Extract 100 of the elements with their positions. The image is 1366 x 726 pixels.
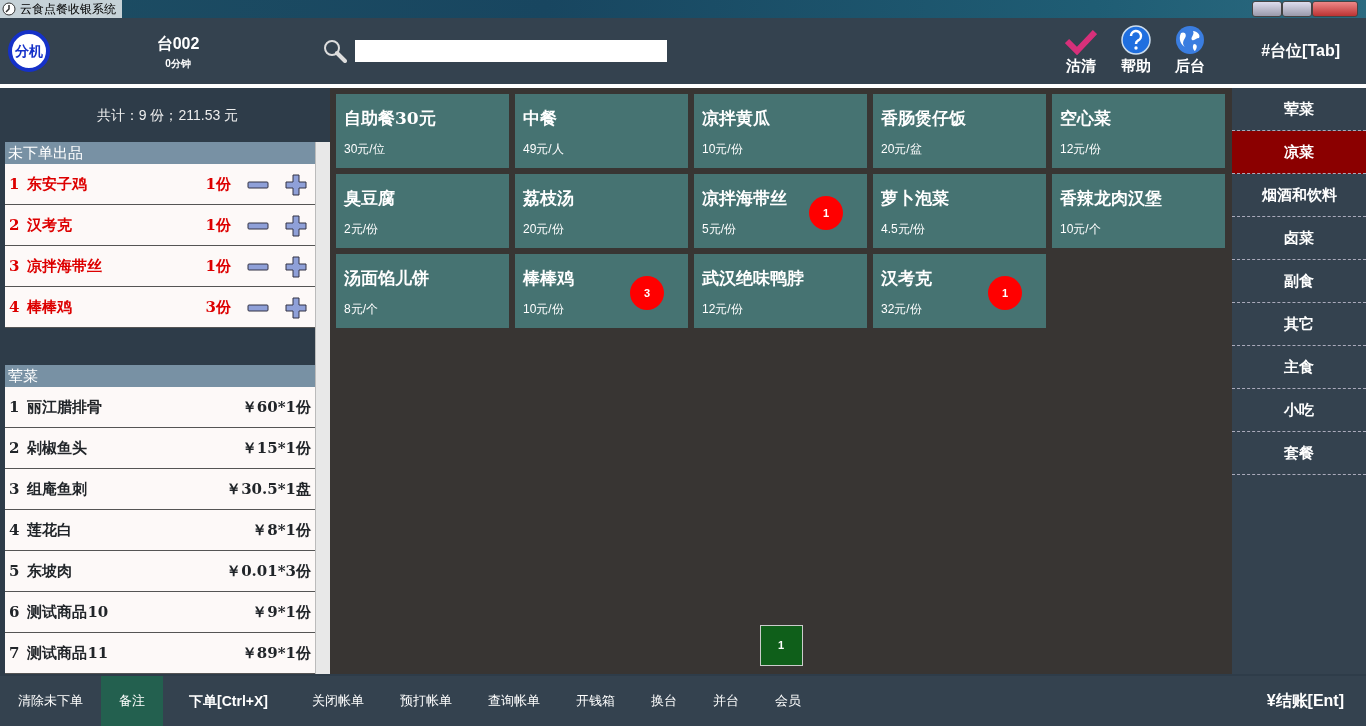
line-number: 1: [9, 396, 20, 418]
dish-tile[interactable]: 汤面馅儿饼 8元/个: [336, 254, 509, 328]
dish-name: 中餐: [523, 107, 558, 130]
dish-tile[interactable]: 凉拌黄瓜 10元/份: [694, 94, 867, 168]
line-number: 6: [9, 601, 20, 623]
footer-button[interactable]: 并台: [694, 676, 757, 726]
line-number: 4: [9, 519, 20, 541]
dish-name: 自助餐30元: [344, 107, 437, 130]
item-name: 棒棒鸡: [27, 296, 74, 318]
item-name: 莲花白: [27, 519, 74, 541]
dish-price: 12元/份: [702, 300, 744, 318]
footer-button[interactable]: 开钱箱: [557, 676, 633, 726]
dish-name: 武汉绝味鸭脖: [702, 267, 805, 290]
category-tab[interactable]: 小吃: [1232, 389, 1366, 432]
item-name: 测试商品10: [27, 601, 110, 623]
help-icon: [1121, 24, 1152, 55]
dish-name: 空心菜: [1060, 107, 1112, 130]
footer-button[interactable]: 查询帐单: [469, 676, 558, 726]
category-tab[interactable]: 凉菜: [1232, 131, 1366, 174]
item-quantity: 1份: [205, 214, 231, 236]
minimize-button[interactable]: [1252, 1, 1282, 17]
item-name: 剁椒鱼头: [27, 437, 89, 459]
dish-tile[interactable]: 棒棒鸡 10元/份 3: [515, 254, 688, 328]
dish-tile[interactable]: 凉拌海带丝 5元/份 1: [694, 174, 867, 248]
item-quantity: 1份: [205, 255, 231, 277]
dish-price: 20元/盆: [881, 140, 923, 158]
footer-button[interactable]: 清除未下单: [0, 676, 101, 726]
table-shortcut-label[interactable]: #台位[Tab]: [1261, 39, 1340, 63]
close-button[interactable]: [1312, 1, 1358, 17]
dish-price: 10元/份: [523, 300, 565, 318]
section-header: 未下单出品: [5, 142, 315, 164]
category-tab[interactable]: 套餐: [1232, 432, 1366, 475]
scrollbar[interactable]: [315, 142, 330, 674]
count-badge: 1: [809, 196, 843, 230]
dish-name: 棒棒鸡: [523, 267, 575, 290]
dish-price: 5元/份: [702, 220, 737, 238]
footer-button[interactable]: 备注: [101, 676, 163, 726]
plus-icon: [285, 256, 307, 278]
category-tab[interactable]: 主食: [1232, 346, 1366, 389]
dish-price: 30元/位: [344, 140, 386, 158]
plus-button[interactable]: [285, 173, 307, 195]
footer-button[interactable]: 关闭帐单: [293, 676, 382, 726]
plus-button[interactable]: [285, 296, 307, 318]
item-price: ￥8*1份: [252, 519, 311, 541]
category-tab[interactable]: 副食: [1232, 260, 1366, 303]
dish-tile[interactable]: 中餐 49元/人: [515, 94, 688, 168]
dish-tile[interactable]: 香辣龙肉汉堡 10元/个: [1052, 174, 1225, 248]
line-number: 2: [9, 214, 20, 236]
dish-tile[interactable]: 空心菜 12元/份: [1052, 94, 1225, 168]
toolbar-button[interactable]: 后台: [1175, 24, 1206, 78]
footer-button[interactable]: 换台: [632, 676, 695, 726]
item-price: ￥9*1份: [252, 601, 311, 623]
globe-icon: [1175, 24, 1206, 55]
dish-name: 汤面馅儿饼: [344, 267, 430, 290]
dish-name: 凉拌黄瓜: [702, 107, 771, 130]
dish-price: 8元/个: [344, 300, 379, 318]
restore-button[interactable]: [1282, 1, 1312, 17]
category-tab[interactable]: 其它: [1232, 303, 1366, 346]
category-tab[interactable]: 卤菜: [1232, 217, 1366, 260]
toolbar-button[interactable]: 帮助: [1121, 24, 1152, 78]
page-button[interactable]: 1: [759, 625, 803, 666]
plus-button[interactable]: [285, 214, 307, 236]
dish-tile[interactable]: 萝卜泡菜 4.5元/份: [873, 174, 1046, 248]
dish-tile[interactable]: 自助餐30元 30元/位: [336, 94, 509, 168]
item-name: 丽江腊排骨: [27, 396, 104, 418]
elapsed-time: 0分钟: [165, 56, 191, 71]
footer-button[interactable]: 预打帐单: [381, 676, 470, 726]
plus-icon: [285, 174, 307, 196]
dish-tile[interactable]: 香肠煲仔饭 20元/盆: [873, 94, 1046, 168]
dish-price: 12元/份: [1060, 140, 1102, 158]
dish-tile[interactable]: 荔枝汤 20元/份: [515, 174, 688, 248]
footer-button[interactable]: 会员: [756, 676, 819, 726]
dish-name: 臭豆腐: [344, 187, 396, 210]
logo[interactable]: 分机: [8, 30, 50, 72]
checkout-button[interactable]: ¥结账[Ent]: [1260, 688, 1350, 714]
plus-button[interactable]: [285, 255, 307, 277]
line-number: 4: [9, 296, 20, 318]
item-name: 东坡肉: [27, 560, 74, 582]
dish-tile[interactable]: 臭豆腐 2元/份: [336, 174, 509, 248]
checkmark-icon: [1065, 28, 1098, 55]
category-tab[interactable]: 烟酒和饮料: [1232, 174, 1366, 217]
dish-tile[interactable]: 武汉绝味鸭脖 12元/份: [694, 254, 867, 328]
dish-price: 32元/份: [881, 300, 923, 318]
footer-button[interactable]: 下单[Ctrl+X]: [163, 676, 294, 726]
item-price: ￥60*1份: [241, 396, 311, 418]
count-badge: 3: [630, 276, 664, 310]
dish-tile[interactable]: 汉考克 32元/份 1: [873, 254, 1046, 328]
item-quantity: 1份: [205, 173, 231, 195]
dish-name: 香辣龙肉汉堡: [1060, 187, 1163, 210]
dish-name: 汉考克: [881, 267, 933, 290]
line-number: 5: [9, 560, 20, 582]
line-number: 3: [9, 255, 20, 277]
line-number: 1: [9, 173, 20, 195]
dish-price: 4.5元/份: [881, 220, 926, 238]
dish-price: 2元/份: [344, 220, 379, 238]
toolbar-button[interactable]: 沽清: [1065, 28, 1098, 78]
item-quantity: 3份: [205, 296, 231, 318]
item-name: 东安子鸡: [27, 173, 89, 195]
search-field[interactable]: [355, 40, 667, 62]
section-header: 荤菜: [5, 365, 315, 387]
